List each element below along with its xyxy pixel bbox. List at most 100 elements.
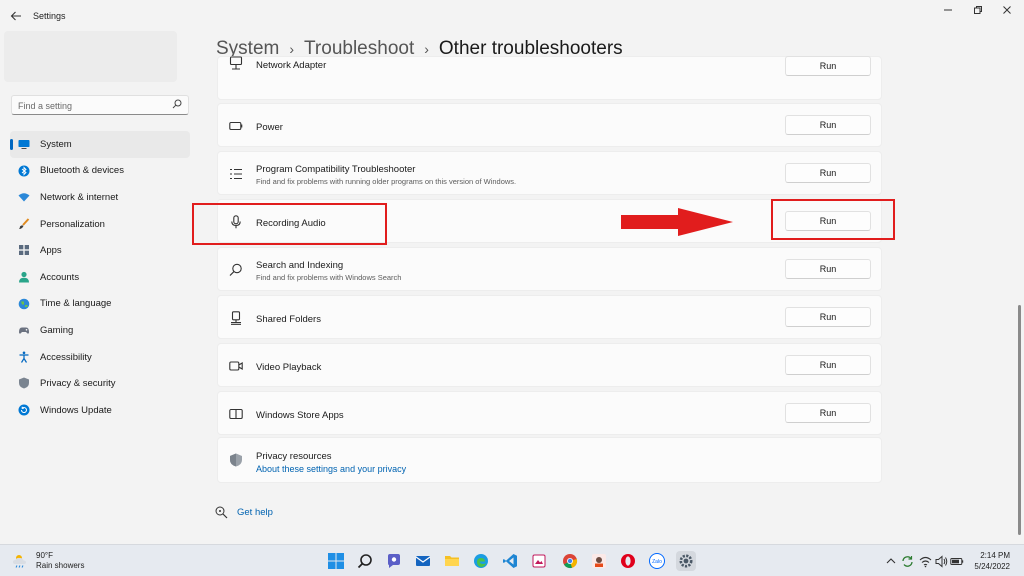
sidebar-item-label: Accounts — [40, 271, 80, 283]
wifi-icon[interactable] — [918, 554, 932, 568]
start-button-icon[interactable] — [326, 551, 346, 571]
sidebar-item-label: Bluetooth & devices — [40, 165, 124, 177]
troubleshooter-row-video-playback: Video Playback Run — [217, 343, 882, 387]
mail-icon[interactable] — [413, 551, 433, 571]
chevron-up-icon[interactable] — [884, 554, 898, 568]
annotation-highlight-box — [771, 199, 895, 240]
run-network-adapter-button[interactable]: Run — [785, 56, 871, 76]
run-shared-folders-button[interactable]: Run — [785, 307, 871, 327]
sidebar-item-time-language[interactable]: Time & language — [10, 291, 190, 318]
troubleshooter-title: Program Compatibility Troubleshooter — [256, 164, 416, 175]
close-icon[interactable] — [1000, 5, 1014, 17]
brush-icon — [19, 218, 30, 229]
taskbar: 90°F Rain showers Zalo 2:14 PM 5/24/2022 — [0, 544, 1024, 576]
sidebar-item-label: Gaming — [40, 324, 74, 336]
bluetooth-icon — [18, 165, 30, 177]
annotation-highlight-box — [192, 203, 387, 245]
shield-icon — [230, 453, 242, 467]
app-title: Settings — [33, 11, 66, 21]
troubleshooter-title: Windows Store Apps — [256, 410, 344, 421]
weather-temperature: 90°F — [36, 551, 53, 560]
search-input[interactable] — [12, 97, 162, 115]
accessibility-icon — [19, 351, 29, 363]
weather-widget[interactable]: 90°F Rain showers — [12, 551, 84, 571]
taskbar-search-icon[interactable] — [355, 551, 375, 571]
sidebar-item-label: System — [40, 138, 72, 150]
shared-folder-icon — [231, 311, 241, 325]
red-arrow-icon — [621, 208, 733, 236]
search-icon — [172, 99, 182, 109]
privacy-resources-row: Privacy resources About these settings a… — [217, 437, 882, 483]
sidebar-item-bluetooth[interactable]: Bluetooth & devices — [10, 158, 190, 185]
gamepad-icon — [19, 327, 29, 334]
search-icon — [229, 263, 242, 276]
sidebar-item-network[interactable]: Network & internet — [10, 184, 190, 211]
sidebar-item-label: Personalization — [40, 218, 105, 230]
chrome-icon[interactable] — [560, 551, 580, 571]
file-explorer-icon[interactable] — [442, 551, 462, 571]
help-icon — [215, 506, 228, 519]
shield-icon — [19, 377, 29, 389]
run-power-button[interactable]: Run — [785, 115, 871, 135]
back-arrow-icon[interactable] — [8, 8, 24, 24]
globe-icon — [18, 298, 30, 309]
run-program-compatibility-button[interactable]: Run — [785, 163, 871, 183]
app-avatar-icon[interactable] — [589, 551, 609, 571]
sidebar-item-label: Privacy & security — [40, 378, 116, 390]
troubleshooter-row-shared-folders: Shared Folders Run — [217, 295, 882, 339]
taskbar-clock[interactable]: 2:14 PM 5/24/2022 — [974, 550, 1010, 572]
get-help-link[interactable]: Get help — [215, 506, 273, 519]
title-bar: Settings — [0, 0, 1024, 32]
user-profile-card[interactable] — [4, 31, 177, 82]
get-help-label: Get help — [237, 507, 273, 518]
sync-icon[interactable] — [900, 554, 914, 568]
chevron-right-icon: › — [424, 41, 429, 57]
battery-icon[interactable] — [950, 554, 964, 568]
sidebar-item-apps[interactable]: Apps — [10, 237, 190, 264]
sidebar-item-accounts[interactable]: Accounts — [10, 264, 190, 291]
system-icon — [18, 140, 30, 149]
sidebar-item-privacy-security[interactable]: Privacy & security — [10, 370, 190, 397]
troubleshooter-row-program-compatibility: Program Compatibility Troubleshooter Fin… — [217, 151, 882, 195]
troubleshooter-row-network-adapter: Network Adapter Run — [217, 56, 882, 100]
zalo-icon[interactable]: Zalo — [647, 551, 667, 571]
settings-gear-icon[interactable] — [676, 551, 696, 571]
sidebar-item-label: Apps — [40, 245, 62, 257]
maximize-icon[interactable] — [971, 5, 985, 17]
zalo-label: Zalo — [652, 559, 662, 565]
minimize-icon[interactable] — [941, 5, 955, 17]
troubleshooter-row-power: Power Run — [217, 103, 882, 147]
troubleshooter-title: Video Playback — [256, 362, 322, 373]
photo-app-icon[interactable] — [529, 551, 549, 571]
troubleshooter-row-search-indexing: Search and Indexing Find and fix problem… — [217, 247, 882, 291]
sidebar-item-label: Windows Update — [40, 404, 112, 416]
troubleshooter-title: Network Adapter — [256, 60, 327, 71]
run-windows-store-apps-button[interactable]: Run — [785, 403, 871, 423]
teams-chat-icon[interactable] — [384, 551, 404, 571]
apps-icon — [19, 245, 29, 256]
edge-browser-icon[interactable] — [471, 551, 491, 571]
clock-date: 5/24/2022 — [974, 562, 1010, 571]
sidebar-item-system[interactable]: System — [10, 131, 190, 158]
vscode-icon[interactable] — [500, 551, 520, 571]
sidebar-nav: System Bluetooth & devices Network & int… — [10, 131, 190, 424]
sidebar-item-accessibility[interactable]: Accessibility — [10, 344, 190, 371]
sidebar-item-label: Time & language — [40, 298, 112, 310]
sidebar-item-personalization[interactable]: Personalization — [10, 211, 190, 238]
video-camera-icon — [229, 361, 243, 371]
network-adapter-icon — [229, 56, 243, 70]
sidebar-item-gaming[interactable]: Gaming — [10, 317, 190, 344]
privacy-link[interactable]: About these settings and your privacy — [256, 464, 406, 474]
settings-search-box[interactable] — [11, 95, 189, 115]
account-icon — [19, 271, 29, 283]
opera-browser-icon[interactable] — [618, 551, 638, 571]
run-search-indexing-button[interactable]: Run — [785, 259, 871, 279]
privacy-resources-title: Privacy resources — [256, 451, 332, 462]
troubleshooter-title: Shared Folders — [256, 314, 321, 325]
sidebar-item-label: Accessibility — [40, 351, 92, 363]
run-video-playback-button[interactable]: Run — [785, 355, 871, 375]
store-app-icon — [229, 408, 243, 420]
volume-icon[interactable] — [934, 554, 948, 568]
scrollbar[interactable] — [1018, 305, 1021, 535]
sidebar-item-windows-update[interactable]: Windows Update — [10, 397, 190, 424]
